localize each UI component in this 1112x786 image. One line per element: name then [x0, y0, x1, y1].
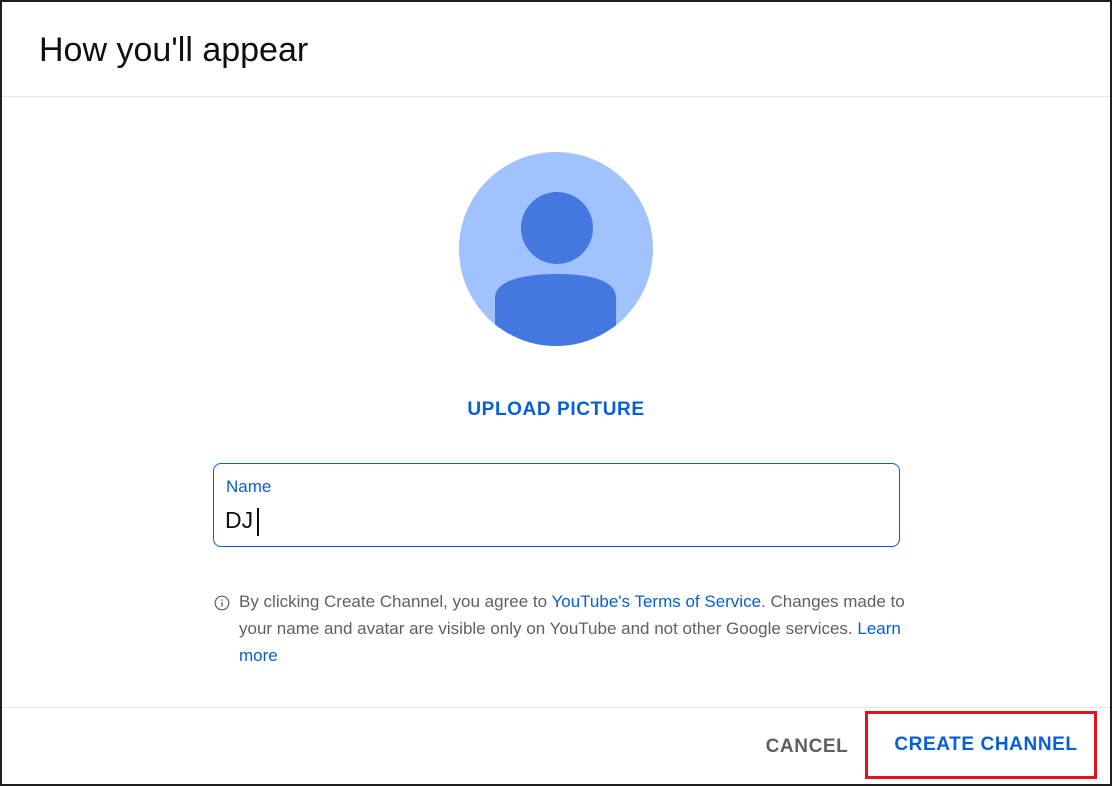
person-avatar-icon [459, 152, 653, 346]
info-icon [214, 595, 230, 611]
terms-of-service-link[interactable]: YouTube's Terms of Service [551, 592, 761, 611]
cancel-button[interactable]: CANCEL [754, 731, 860, 763]
create-channel-dialog: How you'll appear UPLOAD PICTURE Name By… [2, 2, 1110, 784]
name-field[interactable]: Name [213, 463, 900, 547]
name-input[interactable] [225, 504, 825, 536]
text-caret [257, 508, 259, 536]
avatar [459, 152, 653, 346]
dialog-footer: CANCEL CREATE CHANNEL [2, 707, 1110, 784]
terms-notice: By clicking Create Channel, you agree to… [239, 588, 909, 669]
dialog-title: How you'll appear [39, 31, 309, 69]
name-field-label: Name [226, 477, 272, 496]
create-channel-button[interactable]: CREATE CHANNEL [865, 711, 1097, 779]
upload-picture-button[interactable]: UPLOAD PICTURE [456, 395, 656, 425]
terms-text-before: By clicking Create Channel, you agree to [239, 592, 552, 611]
dialog-header: How you'll appear [2, 2, 1110, 97]
